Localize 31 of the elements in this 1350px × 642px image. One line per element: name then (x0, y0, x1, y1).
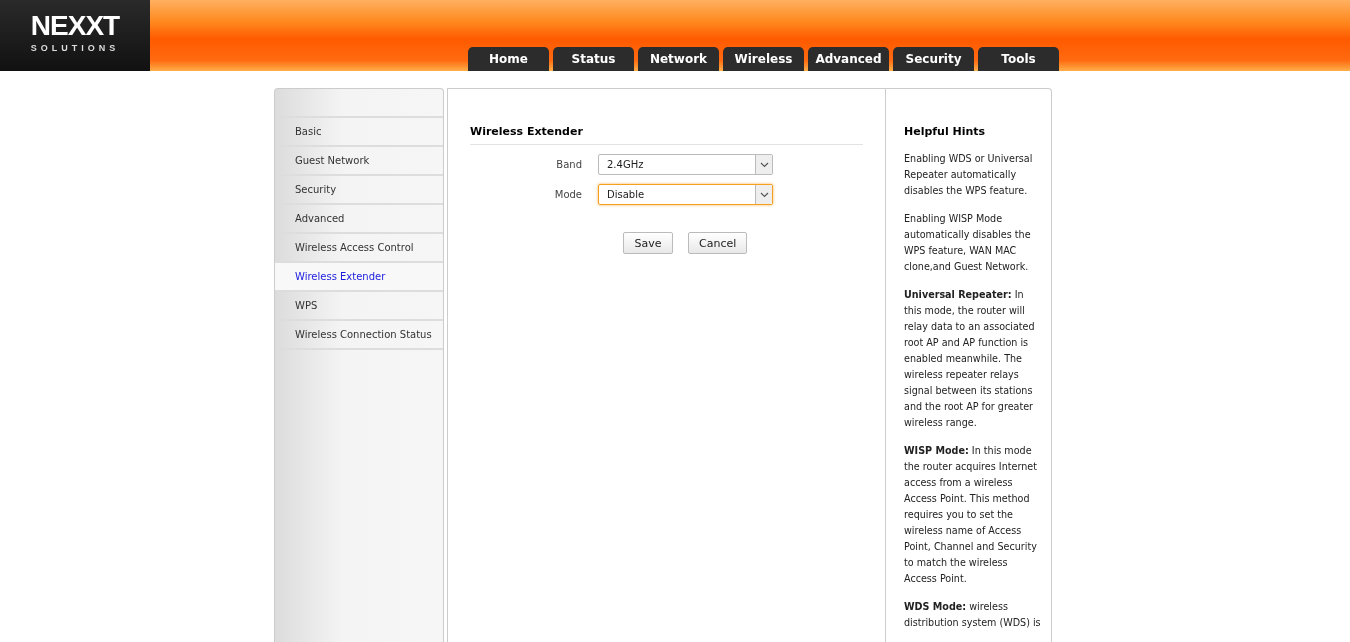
sidebar-item[interactable]: Wireless Extender (275, 263, 443, 292)
nav-tab[interactable]: Home (468, 47, 549, 71)
nav-tab[interactable]: Status (553, 47, 634, 71)
hint-paragraph: Enabling WDS or Universal Repeater automatically disables the WPS feature. (904, 152, 1034, 198)
sidebar-item[interactable]: Security (275, 176, 443, 205)
field-label: Mode (553, 189, 582, 200)
sidebar-item[interactable]: Basic (275, 118, 443, 147)
dropdown-field[interactable]: 2.4GHz (598, 154, 773, 175)
chevron-down-icon (759, 191, 769, 198)
logo-wordmark: NEXXT (30, 12, 120, 40)
section-title: Wireless Extender (470, 125, 863, 145)
form-button[interactable]: Cancel (688, 232, 748, 254)
field-label: Band (555, 159, 582, 170)
sidebar-item[interactable]: Advanced (275, 205, 443, 234)
hint-paragraph: WDS Mode: wireless distribution system (WDS) is (904, 600, 1041, 630)
nav-tab[interactable]: Advanced (808, 47, 889, 71)
nav-tab[interactable]: Tools (978, 47, 1059, 71)
nav-tab[interactable]: Wireless (723, 47, 804, 71)
sidebar-item[interactable]: Wireless Connection Status (275, 321, 443, 350)
dropdown-field[interactable]: Disable (598, 184, 773, 205)
nav-tab[interactable]: Network (638, 47, 719, 71)
hint-paragraph: WISP Mode: In this mode the router acquires Internet access from a wireless Access Point. This method requires you to set the wireless name of Access Point, Channel and Security to match the wireless Access Point. (904, 444, 1038, 586)
nav-tab[interactable]: Security (893, 47, 974, 71)
sidebar-item[interactable]: WPS (275, 292, 443, 321)
hint-paragraph: Enabling WISP Mode automatically disables the WPS feature, WAN MAC clone,and Guest Network. (904, 212, 1032, 274)
sidebar-item[interactable]: Guest Network (275, 147, 443, 176)
form-button[interactable]: Save (623, 232, 673, 254)
logo-tagline: SOLUTIONS (30, 43, 120, 53)
chevron-down-icon (759, 161, 769, 168)
hint-paragraph: Universal Repeater: In this mode, the router will relay data to an associated root AP and AP function is enabled meanwhile. The wireless repeater relays signal between its stations and the root AP for greater wireless range. (904, 288, 1036, 430)
hints-title: Helpful Hints (904, 125, 987, 138)
